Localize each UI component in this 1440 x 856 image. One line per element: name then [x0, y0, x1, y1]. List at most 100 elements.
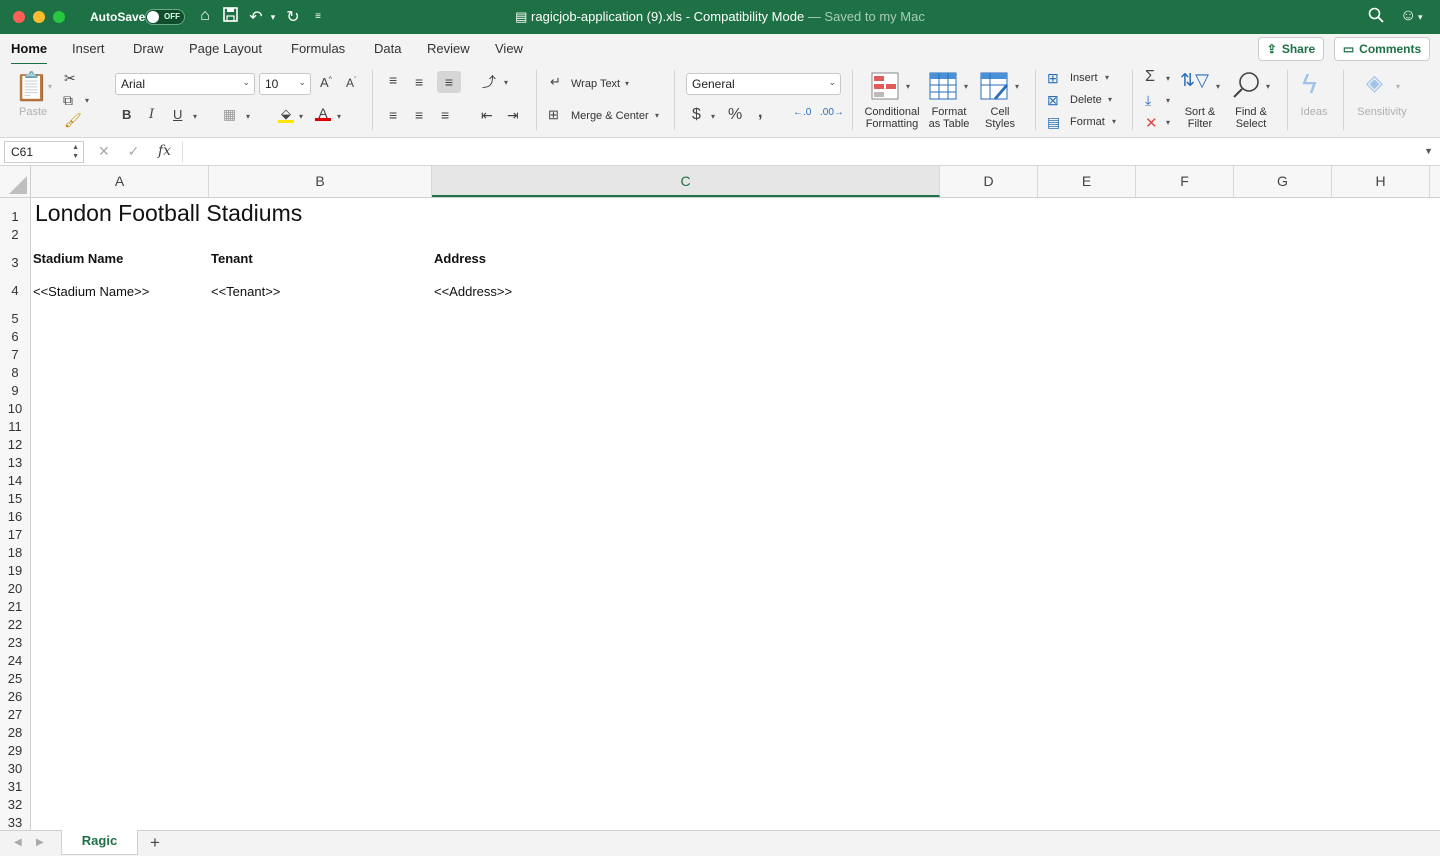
font-color-icon[interactable]: A	[315, 105, 331, 121]
clear-icon[interactable]: ✕	[1145, 114, 1158, 132]
autosum-dropdown-icon[interactable]: ▾	[1166, 74, 1170, 83]
bold-icon[interactable]: B	[122, 107, 131, 122]
align-top-icon[interactable]: ≡	[389, 72, 397, 88]
column-header-c[interactable]: C	[432, 166, 940, 197]
align-bottom-icon[interactable]: ≡	[437, 71, 461, 93]
previous-sheet-icon[interactable]: ◀	[14, 837, 22, 848]
row-header[interactable]: 30	[0, 761, 30, 776]
row-header[interactable]: 28	[0, 725, 30, 740]
increase-font-size-icon[interactable]: A^	[320, 75, 332, 90]
row-header[interactable]: 7	[0, 347, 30, 362]
row-header[interactable]: 4	[0, 283, 30, 298]
increase-indent-icon[interactable]: ⇥	[507, 107, 519, 124]
row-header[interactable]: 8	[0, 365, 30, 380]
row-header[interactable]: 33	[0, 815, 30, 830]
expand-formula-bar-icon[interactable]: ▼	[1424, 146, 1433, 156]
row-header[interactable]: 1	[0, 209, 30, 224]
row-header[interactable]: 2	[0, 227, 30, 242]
fill-color-icon[interactable]: ⬙	[278, 106, 294, 123]
underline-dropdown-icon[interactable]: ▾	[193, 112, 197, 121]
row-header[interactable]: 25	[0, 671, 30, 686]
column-header-g[interactable]: G	[1234, 166, 1332, 197]
row-header[interactable]: 31	[0, 779, 30, 794]
row-header[interactable]: 32	[0, 797, 30, 812]
borders-dropdown-icon[interactable]: ▾	[246, 112, 250, 121]
column-header-e[interactable]: E	[1038, 166, 1136, 197]
row-header[interactable]: 20	[0, 581, 30, 596]
row-header[interactable]: 22	[0, 617, 30, 632]
name-box[interactable]: C61 ▲ ▼	[4, 141, 84, 163]
smiley-feedback-icon[interactable]: ☺	[1400, 7, 1416, 25]
row-header[interactable]: 11	[0, 419, 30, 434]
copy-icon[interactable]: ⧉	[63, 92, 73, 109]
row-header[interactable]: 24	[0, 653, 30, 668]
orientation-icon[interactable]: ⤴	[482, 72, 496, 92]
decrease-indent-icon[interactable]: ⇤	[481, 107, 493, 124]
share-button[interactable]: ⇪ Share	[1258, 37, 1324, 61]
row-header[interactable]: 29	[0, 743, 30, 758]
italic-icon[interactable]: I	[149, 107, 154, 122]
row-header[interactable]: 5	[0, 311, 30, 326]
column-header-a[interactable]: A	[31, 166, 209, 197]
cell-c3-header[interactable]: Address	[434, 251, 486, 266]
column-header-f[interactable]: F	[1136, 166, 1234, 197]
row-header[interactable]: 9	[0, 383, 30, 398]
tab-home[interactable]: Home	[11, 41, 48, 66]
tab-data[interactable]: Data	[374, 41, 401, 56]
underline-icon[interactable]: U	[173, 107, 182, 122]
cancel-formula-icon[interactable]: ✕	[98, 143, 110, 159]
row-header[interactable]: 12	[0, 437, 30, 452]
row-header[interactable]: 27	[0, 707, 30, 722]
search-icon[interactable]	[1368, 7, 1384, 28]
row-header[interactable]: 3	[0, 255, 30, 270]
row-header[interactable]: 21	[0, 599, 30, 614]
comma-style-icon[interactable]: ,	[758, 104, 762, 122]
copy-dropdown-icon[interactable]: ▾	[85, 96, 89, 105]
decrease-decimal-icon[interactable]: .00→	[820, 107, 844, 118]
align-right-icon[interactable]: ≡	[441, 107, 449, 123]
borders-icon[interactable]: ▦	[223, 106, 236, 123]
column-header-b[interactable]: B	[209, 166, 432, 197]
row-header[interactable]: 19	[0, 563, 30, 578]
feedback-dropdown-icon[interactable]: ▾	[1418, 12, 1423, 23]
align-middle-icon[interactable]: ≡	[415, 74, 423, 90]
cell-a4[interactable]: <<Stadium Name>>	[33, 284, 149, 299]
font-name-select[interactable]: Arial ⌄	[115, 73, 255, 95]
tab-formulas[interactable]: Formulas	[291, 41, 345, 56]
format-painter-icon[interactable]: 🖌	[64, 112, 82, 129]
column-header-d[interactable]: D	[940, 166, 1038, 197]
add-sheet-icon[interactable]: +	[150, 833, 160, 853]
comments-button[interactable]: ▭ Comments	[1334, 37, 1430, 61]
row-header[interactable]: 17	[0, 527, 30, 542]
align-left-icon[interactable]: ≡	[389, 107, 397, 123]
row-header[interactable]: 15	[0, 491, 30, 506]
currency-dropdown-icon[interactable]: ▾	[711, 112, 715, 121]
autosum-icon[interactable]: Σ	[1145, 68, 1155, 86]
row-header[interactable]: 18	[0, 545, 30, 560]
tab-draw[interactable]: Draw	[133, 41, 163, 56]
font-color-dropdown-icon[interactable]: ▾	[337, 112, 341, 121]
tab-insert[interactable]: Insert	[72, 41, 105, 56]
row-header[interactable]: 26	[0, 689, 30, 704]
decrease-font-size-icon[interactable]: Aˇ	[346, 76, 356, 90]
row-header[interactable]: 6	[0, 329, 30, 344]
cell-b4[interactable]: <<Tenant>>	[211, 284, 280, 299]
font-size-select[interactable]: 10 ⌄	[259, 73, 311, 95]
row-header[interactable]: 16	[0, 509, 30, 524]
fill-color-dropdown-icon[interactable]: ▾	[299, 112, 303, 121]
sheet-tab-ragic[interactable]: Ragic	[61, 830, 138, 855]
tab-page-layout[interactable]: Page Layout	[189, 41, 262, 56]
row-header[interactable]: 13	[0, 455, 30, 470]
insert-function-icon[interactable]: fx	[158, 143, 171, 159]
row-header[interactable]: 23	[0, 635, 30, 650]
orientation-dropdown-icon[interactable]: ▾	[504, 78, 508, 87]
fill-dropdown-icon[interactable]: ▾	[1166, 96, 1170, 105]
column-header-h[interactable]: H	[1332, 166, 1430, 197]
increase-decimal-icon[interactable]: ←.0	[793, 107, 811, 118]
formula-input[interactable]	[190, 144, 1410, 160]
cell-a1-title[interactable]: London Football Stadiums	[35, 200, 302, 227]
fill-icon[interactable]: ⤓	[1145, 92, 1151, 109]
next-sheet-icon[interactable]: ▶	[36, 837, 44, 848]
row-header[interactable]: 10	[0, 401, 30, 416]
cell-c4[interactable]: <<Address>>	[434, 284, 512, 299]
